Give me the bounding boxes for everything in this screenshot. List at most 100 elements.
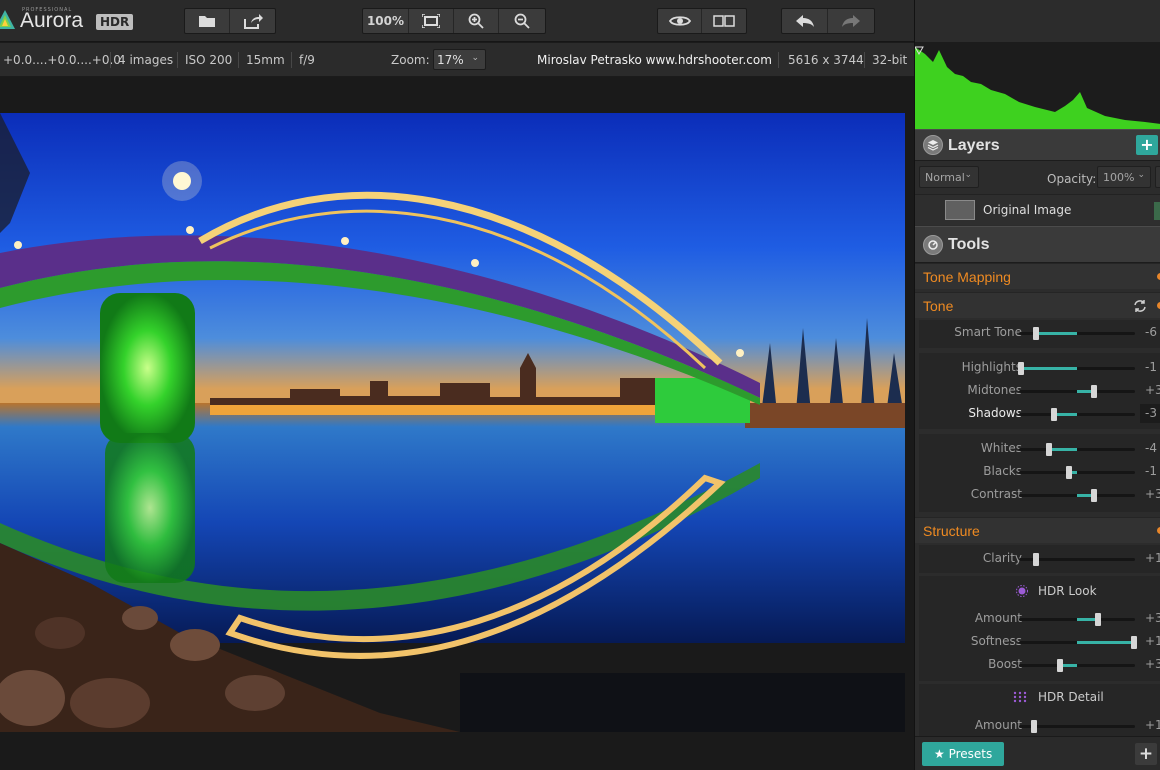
slider-track[interactable]	[1018, 362, 1135, 375]
zoom-label: Zoom:	[391, 53, 430, 67]
slider-track[interactable]	[1019, 408, 1135, 421]
tone-label: Tone	[923, 298, 954, 314]
divider	[864, 52, 865, 68]
opacity-label: Opacity:	[1047, 172, 1097, 186]
add-preset-button[interactable]: +	[1135, 743, 1157, 765]
compare-button[interactable]	[702, 9, 746, 33]
presets-button[interactable]: ★ Presets	[922, 742, 1004, 766]
zoom-out-button[interactable]	[499, 9, 545, 33]
tone-mapping-filter[interactable]: Tone Mapping	[915, 263, 1160, 289]
slider-handle[interactable]	[1031, 720, 1038, 733]
slider-track[interactable]	[1019, 613, 1135, 626]
slider-track[interactable]	[1019, 443, 1135, 456]
redo-button[interactable]	[828, 9, 874, 33]
slider-value[interactable]: +1	[1145, 718, 1160, 732]
slider-label: Highlights	[961, 360, 1022, 374]
hdr-look-title: HDR Look	[1038, 584, 1097, 598]
slider-track[interactable]	[1019, 720, 1135, 733]
hdr-detail-icon	[1013, 691, 1027, 703]
tools-icon	[923, 235, 943, 255]
softness-slider-row: Softness +1	[915, 631, 1160, 654]
zoom-in-button[interactable]	[454, 9, 499, 33]
divider	[177, 52, 178, 68]
add-layer-button[interactable]: +	[1136, 135, 1158, 155]
app-logo: PROFESSIONAL Aurora HDR	[0, 3, 150, 37]
preview-button[interactable]	[658, 9, 702, 33]
slider-handle[interactable]	[1056, 659, 1063, 672]
reset-icon[interactable]	[1133, 299, 1147, 313]
slider-value[interactable]: +3	[1145, 487, 1160, 501]
tone-mapping-label: Tone Mapping	[923, 269, 1011, 285]
image-canvas[interactable]	[0, 77, 914, 770]
slider-label: Boost	[988, 657, 1022, 671]
slider-value[interactable]: +3	[1145, 611, 1160, 625]
structure-filter[interactable]: Structure	[915, 517, 1160, 543]
slider-value[interactable]: -1	[1145, 360, 1157, 374]
hdr-photo-bridge-night	[0, 113, 905, 732]
tools-section-header[interactable]: Tools	[915, 226, 1160, 263]
zoom-100-button[interactable]: 100%	[363, 9, 409, 33]
slider-value[interactable]: -1	[1145, 464, 1157, 478]
blend-mode-select[interactable]: Normal ⌄	[919, 166, 979, 188]
slider-track[interactable]	[1019, 636, 1137, 649]
hdr-look-header[interactable]: HDR Look	[915, 579, 1160, 603]
slider-handle[interactable]	[1091, 489, 1098, 502]
zoom-select[interactable]: 17% ⌄	[433, 49, 486, 70]
slider-value[interactable]: -4	[1145, 441, 1157, 455]
highlights-slider-row: Highlights -1	[915, 357, 1160, 380]
layers-stack-icon	[927, 140, 939, 151]
share-button[interactable]	[230, 9, 275, 33]
slider-handle[interactable]	[1130, 636, 1137, 649]
slider-track[interactable]	[1019, 553, 1135, 566]
slider-handle[interactable]	[1033, 553, 1040, 566]
layer-name: Original Image	[983, 203, 1072, 217]
slider-value[interactable]: +1	[1145, 551, 1160, 565]
slider-handle[interactable]	[1091, 385, 1098, 398]
slider-track[interactable]	[1019, 489, 1135, 502]
slider-handle[interactable]	[1046, 443, 1053, 456]
slider-handle[interactable]	[1050, 408, 1057, 421]
slider-track[interactable]	[1019, 327, 1135, 340]
slider-value[interactable]: +1	[1145, 634, 1160, 648]
layer-item[interactable]: Original Image	[915, 194, 1160, 225]
tone-filter[interactable]: Tone	[915, 292, 1160, 318]
slider-handle[interactable]	[1018, 362, 1025, 375]
slider-value[interactable]: +3	[1145, 383, 1160, 397]
hdr-detail-amount-slider-row: Amount +1	[915, 715, 1160, 738]
fit-screen-icon	[422, 14, 440, 28]
midtones-slider-row: Midtones +3	[915, 380, 1160, 403]
presets-bar: ★ Presets +	[915, 736, 1160, 770]
slider-handle[interactable]	[1033, 327, 1040, 340]
layers-section-header[interactable]: Layers +	[915, 129, 1160, 161]
slider-track[interactable]	[1019, 466, 1135, 479]
tools-dial-icon	[928, 240, 938, 250]
slider-label: Shadows	[968, 406, 1022, 420]
split-view-icon	[713, 15, 735, 27]
smart-tone-slider-row: Smart Tone -6	[915, 322, 1160, 345]
chevron-down-icon: ⌄	[471, 53, 479, 63]
hdr-look-amount-slider-row: Amount +3	[915, 608, 1160, 631]
slider-fill	[1053, 413, 1077, 416]
layer-menu-button[interactable]	[1155, 166, 1160, 188]
blacks-slider-row: Blacks -1	[915, 461, 1160, 484]
zoom-out-icon	[514, 13, 530, 29]
slider-value[interactable]: -3	[1145, 406, 1157, 420]
slider-value[interactable]: -6	[1145, 325, 1157, 339]
slider-track[interactable]	[1019, 659, 1135, 672]
slider-track[interactable]	[1019, 385, 1135, 398]
iso-value: ISO 200	[185, 53, 233, 67]
fit-screen-button[interactable]	[409, 9, 454, 33]
slider-handle[interactable]	[1065, 466, 1072, 479]
hdr-detail-header[interactable]: HDR Detail	[915, 685, 1160, 709]
chevron-down-icon: ⌄	[1137, 170, 1145, 180]
slider-fill	[1036, 332, 1077, 335]
undo-button[interactable]	[782, 9, 828, 33]
zoom-select-value: 17%	[437, 53, 464, 67]
slider-handle[interactable]	[1094, 613, 1101, 626]
slider-value[interactable]: +3	[1145, 657, 1160, 671]
open-button[interactable]	[185, 9, 230, 33]
exposure-values: +0.0....+0.0....+0.0	[3, 53, 121, 67]
slider-label: Blacks	[983, 464, 1022, 478]
folder-icon	[199, 16, 215, 27]
opacity-select[interactable]: 100% ⌄	[1097, 166, 1151, 188]
